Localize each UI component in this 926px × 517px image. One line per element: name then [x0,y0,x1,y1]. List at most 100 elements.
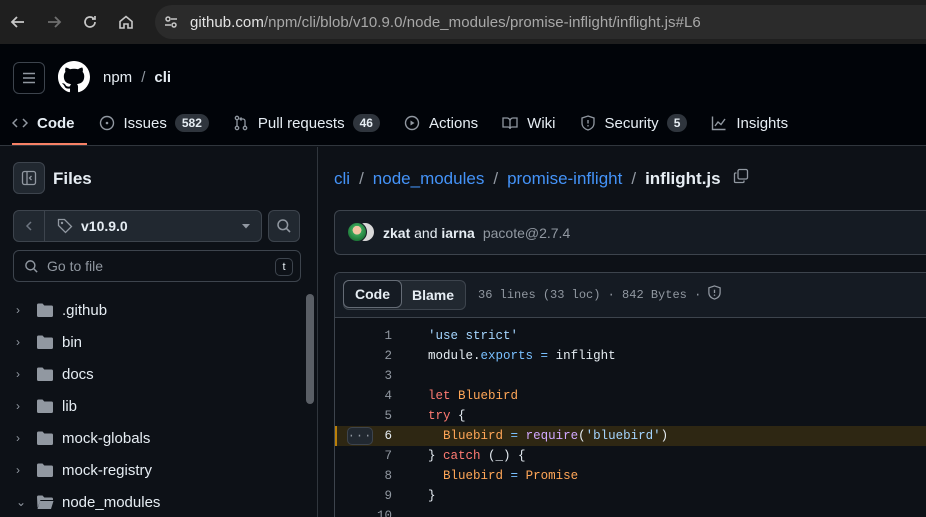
tab-code[interactable]: Code [0,104,87,145]
tree-item-lib[interactable]: › lib [0,390,303,422]
branch-back-button[interactable] [14,211,45,241]
file-tree-sidebar: Files v10.9.0 t › .github › bin [0,147,318,517]
reload-button[interactable] [72,0,108,44]
tab-insights[interactable]: Insights [699,104,800,142]
tab-security[interactable]: Security 5 [568,104,700,142]
chevron-right-icon[interactable]: › [16,399,28,413]
file-view: cli / node_modules / promise-inflight / inf… [319,147,926,517]
branch-picker: v10.9.0 [13,210,262,242]
code-line: 9} [335,486,926,506]
folder-icon [37,335,53,349]
collapse-sidebar-button[interactable] [13,162,45,194]
shield-info-icon [708,285,722,300]
author-avatars[interactable] [347,221,375,244]
tree-item-docs[interactable]: › docs [0,358,303,390]
global-menu-button[interactable] [13,62,45,94]
chevron-right-icon[interactable]: › [16,367,28,381]
code-icon [12,118,28,128]
tab-label: Issues [123,114,167,132]
commit-author-2[interactable]: iarna [441,225,474,241]
commit-author-1[interactable]: zkat [383,225,410,241]
folder-open-icon [37,495,54,509]
tree-item-github[interactable]: › .github [0,294,303,326]
shield-icon [580,115,595,131]
tree-item-bin[interactable]: › bin [0,326,303,358]
back-button[interactable] [0,0,36,44]
line-number[interactable]: 8 [335,469,392,483]
go-to-file-input[interactable] [47,258,262,274]
shortcut-key: t [275,258,293,276]
path-link-promise-inflight[interactable]: promise-inflight [507,169,622,189]
tree-item-label: node_modules [62,493,161,511]
path-link-cli[interactable]: cli [334,169,350,189]
branch-select[interactable]: v10.9.0 [45,211,231,241]
tag-icon [57,218,73,234]
line-number[interactable]: 7 [335,449,392,463]
tree-item-mock-globals[interactable]: › mock-globals [0,422,303,454]
path-link-node-modules[interactable]: node_modules [373,169,485,189]
repo-tabs: Code Issues 582 Pull requests 46 Actions… [0,104,800,146]
line-number[interactable]: 1 [335,329,392,343]
code-line: 3 [335,366,926,386]
code-security-button[interactable] [707,285,722,305]
tree-item-mock-registry[interactable]: › mock-registry [0,454,303,486]
address-bar[interactable]: github.com/npm/cli/blob/v10.9.0/node_mod… [155,5,926,39]
home-button[interactable] [108,0,144,44]
line-source: try { [428,409,466,423]
chevron-right-icon[interactable]: › [16,303,28,317]
chevron-right-icon[interactable]: › [16,335,28,349]
file-name: inflight.js [645,168,721,188]
blame-view-button[interactable]: Blame [401,281,465,309]
line-number[interactable]: 3 [335,369,392,383]
search-icon [277,219,291,233]
chevron-down-icon[interactable]: ⌄ [16,495,28,509]
url-host: github.com [190,13,264,31]
chevron-right-icon[interactable]: › [16,431,28,445]
line-number[interactable]: 9 [335,489,392,503]
line-source: Bluebird = require('bluebird') [443,429,669,443]
commit-message[interactable]: pacote@2.7.4 [483,225,570,241]
line-number[interactable]: 4 [335,389,392,403]
avatar-zkat[interactable] [347,221,367,242]
tree-item-node-modules[interactable]: ⌄ node_modules [0,486,303,517]
line-number[interactable]: 2 [335,349,392,363]
tree-item-label: .github [62,301,108,319]
tab-wiki[interactable]: Wiki [490,104,567,142]
repo-link[interactable]: cli [154,69,171,86]
file-breadcrumb: cli / node_modules / promise-inflight / inf… [334,168,749,189]
code-line: 7} catch (_) { [335,446,926,466]
branch-dropdown[interactable] [231,211,261,241]
line-source: } [428,489,436,503]
reload-icon [84,16,96,28]
code-line-highlighted: ··· 6 Bluebird = require('bluebird') [335,426,926,446]
search-files-button[interactable] [268,210,300,242]
code-listing: 1 'use strict' 2 module.exports = inflight… [335,318,926,517]
line-number[interactable]: 5 [335,409,392,423]
line-options-button[interactable]: ··· [347,427,373,445]
file-tree: › .github › bin › docs › lib › mock-glob… [0,294,303,517]
owner-link[interactable]: npm [103,69,132,86]
site-info-icon[interactable] [155,14,187,30]
latest-commit-bar: zkat and iarna pacote@2.7.4 [334,210,926,255]
scrollbar-thumb[interactable] [306,294,314,404]
tree-scrollbar[interactable] [303,294,317,517]
chevron-right-icon[interactable]: › [16,463,28,477]
line-source: module.exports = inflight [428,349,616,363]
github-logo[interactable] [58,61,90,98]
play-icon [404,115,420,131]
tree-item-label: lib [62,397,78,415]
branch-name: v10.9.0 [81,218,128,234]
line-number[interactable]: 10 [335,509,392,517]
code-view-button[interactable]: Code [343,280,402,308]
folder-icon [37,431,53,445]
url-text[interactable]: github.com/npm/cli/blob/v10.9.0/node_mod… [190,14,701,31]
copy-path-button[interactable] [733,168,749,189]
tab-label: Code [37,114,75,132]
issue-icon [99,115,114,131]
tree-item-label: mock-registry [62,461,153,479]
tab-pull-requests[interactable]: Pull requests 46 [221,104,392,142]
tab-actions[interactable]: Actions [392,104,490,142]
forward-button[interactable] [36,0,72,44]
triangle-down-icon [242,224,250,229]
tab-issues[interactable]: Issues 582 [87,104,221,142]
